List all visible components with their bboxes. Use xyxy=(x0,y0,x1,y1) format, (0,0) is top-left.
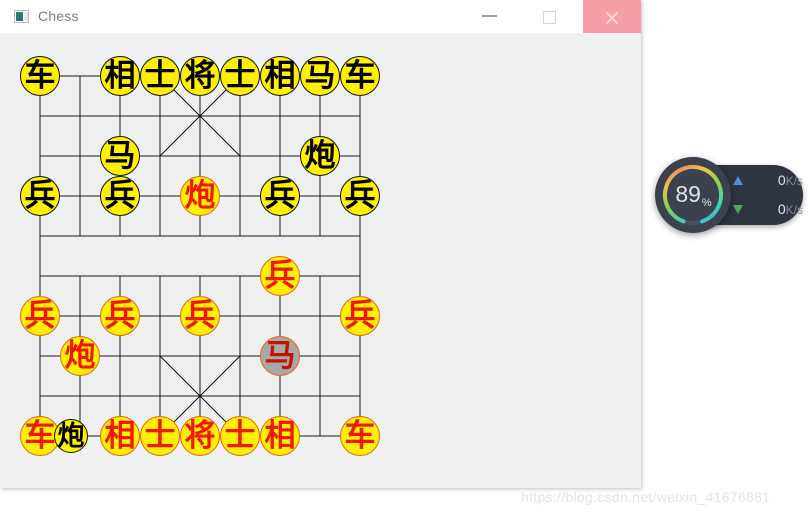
piece-red-selected[interactable]: 马 xyxy=(260,336,300,376)
piece-black[interactable]: 士 xyxy=(140,56,180,96)
piece-red[interactable]: 车 xyxy=(340,416,380,456)
piece-red[interactable]: 士 xyxy=(220,416,260,456)
piece-red[interactable]: 士 xyxy=(140,416,180,456)
upload-speed-value: 0K/s xyxy=(777,172,803,188)
piece-red[interactable]: 兵 xyxy=(100,296,140,336)
close-button[interactable] xyxy=(583,0,641,33)
piece-black[interactable]: 马 xyxy=(300,56,340,96)
piece-red[interactable]: 兵 xyxy=(260,256,300,296)
piece-black[interactable]: 将 xyxy=(180,56,220,96)
window-titlebar[interactable]: Chess xyxy=(0,0,641,34)
window-title: Chess xyxy=(38,8,79,24)
piece-black[interactable]: 兵 xyxy=(340,176,380,216)
piece-red[interactable]: 兵 xyxy=(340,296,380,336)
screen: Chess 车相士将士相马车马炮兵兵炮兵兵兵兵兵兵兵炮马车炮相士将士相车 89% xyxy=(0,0,808,517)
piece-black[interactable]: 相 xyxy=(260,56,300,96)
piece-red[interactable]: 将 xyxy=(180,416,220,456)
network-speed-widget[interactable]: 89% 0K/s 0K/s xyxy=(655,157,803,233)
piece-red[interactable]: 兵 xyxy=(20,296,60,336)
piece-black[interactable]: 炮 xyxy=(300,136,340,176)
board-grid xyxy=(39,75,361,437)
piece-black[interactable]: 相 xyxy=(100,56,140,96)
app-icon xyxy=(14,10,29,23)
piece-black[interactable]: 炮 xyxy=(54,419,88,453)
piece-red[interactable]: 炮 xyxy=(60,336,100,376)
piece-black[interactable]: 车 xyxy=(340,56,380,96)
piece-red[interactable]: 兵 xyxy=(180,296,220,336)
maximize-button[interactable] xyxy=(527,0,573,32)
piece-black[interactable]: 车 xyxy=(20,56,60,96)
gauge-percent-symbol: % xyxy=(701,197,712,209)
piece-black[interactable]: 兵 xyxy=(20,176,60,216)
minimize-icon xyxy=(482,15,497,17)
upload-speed-row: 0K/s xyxy=(733,168,803,196)
download-speed-row: 0K/s xyxy=(733,197,803,225)
gauge-percent-number: 89 xyxy=(675,181,701,207)
piece-red[interactable]: 相 xyxy=(100,416,140,456)
arrow-up-icon xyxy=(733,176,743,185)
arrow-down-icon xyxy=(733,205,743,214)
download-speed-value: 0K/s xyxy=(777,201,803,217)
piece-black[interactable]: 马 xyxy=(100,136,140,176)
piece-black[interactable]: 兵 xyxy=(100,176,140,216)
watermark-text: https://blog.csdn.net/weixin_41676881 xyxy=(521,489,771,505)
piece-red[interactable]: 相 xyxy=(260,416,300,456)
chess-window: Chess 车相士将士相马车马炮兵兵炮兵兵兵兵兵兵兵炮马车炮相士将士相车 xyxy=(0,0,641,488)
piece-black[interactable]: 兵 xyxy=(260,176,300,216)
cpu-usage-gauge[interactable]: 89% xyxy=(655,157,731,233)
piece-red[interactable]: 炮 xyxy=(180,176,220,216)
maximize-icon xyxy=(543,11,556,24)
close-icon xyxy=(604,10,620,26)
chess-board[interactable]: 车相士将士相马车马炮兵兵炮兵兵兵兵兵兵兵炮马车炮相士将士相车 xyxy=(0,33,641,488)
minimize-button[interactable] xyxy=(467,0,513,32)
piece-black[interactable]: 士 xyxy=(220,56,260,96)
gauge-value: 89% xyxy=(655,181,731,209)
